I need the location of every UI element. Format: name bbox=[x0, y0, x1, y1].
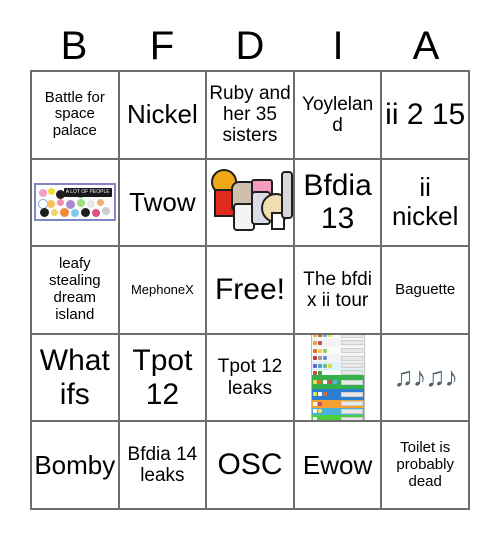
bingo-cell-r3c2[interactable]: MephoneX bbox=[119, 247, 208, 335]
bingo-cell-label: Tpot 12 leaks bbox=[217, 356, 283, 399]
bingo-cell-r4c3[interactable]: Tpot 12 leaks bbox=[207, 334, 295, 423]
bingo-cell-r5c1[interactable]: Bomby bbox=[32, 422, 120, 510]
bingo-cell-r5c4[interactable]: Ewow bbox=[294, 422, 383, 510]
bingo-cell-label: Baguette bbox=[395, 280, 456, 298]
cartoon-characters-image bbox=[209, 165, 293, 239]
a-lot-of-people-image: A LOT OF PEOPLE bbox=[34, 183, 116, 222]
bingo-cell-label: The bfdi x ii tour bbox=[303, 268, 372, 311]
people-image-badge: A LOT OF PEOPLE bbox=[63, 188, 112, 198]
bingo-cell-label: leafy stealing dream island bbox=[48, 255, 101, 323]
tier-list-image bbox=[310, 334, 365, 421]
bingo-cell-label: ii 2 15 bbox=[385, 98, 466, 131]
bingo-cell-r1c2[interactable]: Nickel bbox=[119, 72, 208, 160]
bingo-cell-r2c2[interactable]: Twow bbox=[119, 159, 208, 248]
bingo-header-row: B F D I A bbox=[30, 22, 470, 70]
bingo-cell-label: Ewow bbox=[302, 449, 373, 480]
bingo-header-letter-3: D bbox=[235, 24, 265, 68]
bingo-cell-label: MephoneX bbox=[130, 281, 194, 297]
bingo-cell-r1c1[interactable]: Battle for space palace bbox=[32, 72, 120, 160]
bingo-cell-r5c2[interactable]: Bfdia 14 leaks bbox=[119, 422, 208, 510]
bingo-cell-label: Ruby and her 35 sisters bbox=[209, 82, 291, 147]
bingo-cell-r5c3[interactable]: OSC bbox=[207, 422, 295, 510]
bingo-cell-label: Bfdia 14 leaks bbox=[127, 443, 198, 487]
bingo-cell-label: Free! bbox=[214, 273, 285, 307]
bingo-grid: Battle for space palace Nickel Ruby and … bbox=[30, 70, 470, 510]
bingo-cell-r4c2[interactable]: Tpot 12 bbox=[119, 334, 208, 423]
bingo-cell-r2c4[interactable]: Bfdia 13 bbox=[294, 159, 383, 248]
bingo-cell-r5c5[interactable]: Toilet is probably dead bbox=[382, 422, 470, 510]
bingo-cell-label: ii nickel bbox=[391, 172, 459, 232]
bingo-cell-r1c5[interactable]: ii 2 15 bbox=[382, 72, 470, 160]
bingo-cell-r2c1[interactable]: A LOT OF PEOPLE bbox=[32, 159, 120, 248]
bingo-cell-r2c5[interactable]: ii nickel bbox=[382, 159, 470, 248]
bingo-cell-r3c5[interactable]: Baguette bbox=[382, 247, 470, 335]
bingo-cell-r4c5[interactable]: ♫♪♫♪ bbox=[382, 334, 470, 423]
bingo-cell-label: Battle for space palace bbox=[44, 88, 105, 140]
bingo-cell-r2c3[interactable] bbox=[207, 159, 295, 248]
bingo-cell-label: Tpot 12 bbox=[132, 344, 193, 411]
bingo-cell-r4c1[interactable]: What ifs bbox=[32, 334, 120, 423]
bingo-header-letter-5: A bbox=[412, 24, 440, 68]
bingo-cell-label: Bomby bbox=[34, 449, 116, 480]
bingo-header-letter-2: F bbox=[149, 24, 175, 68]
bingo-header-letter-1: B bbox=[60, 24, 88, 68]
bingo-cell-label: Nickel bbox=[126, 99, 198, 130]
bingo-header-letter-4: I bbox=[332, 24, 344, 68]
bingo-cell-label: Bfdia 13 bbox=[303, 168, 372, 236]
bingo-cell-r3c1[interactable]: leafy stealing dream island bbox=[32, 247, 120, 335]
bingo-card: B F D I A Battle for space palace Nickel… bbox=[0, 0, 500, 544]
bingo-cell-label: Twow bbox=[129, 186, 196, 217]
bingo-cell-label: OSC bbox=[217, 448, 283, 482]
bingo-cell-free[interactable]: Free! bbox=[207, 247, 295, 335]
bingo-cell-r1c3[interactable]: Ruby and her 35 sisters bbox=[207, 72, 295, 160]
bingo-cell-r1c4[interactable]: Yoyleland bbox=[294, 72, 383, 160]
bingo-cell-label: Yoyleland bbox=[302, 93, 374, 136]
bingo-cell-label: What ifs bbox=[39, 344, 110, 411]
music-notes-icon: ♫♪♫♪ bbox=[393, 362, 457, 393]
bingo-cell-r4c4[interactable] bbox=[294, 334, 383, 423]
bingo-cell-label: Toilet is probably dead bbox=[396, 438, 454, 490]
bingo-cell-r3c4[interactable]: The bfdi x ii tour bbox=[294, 247, 383, 335]
